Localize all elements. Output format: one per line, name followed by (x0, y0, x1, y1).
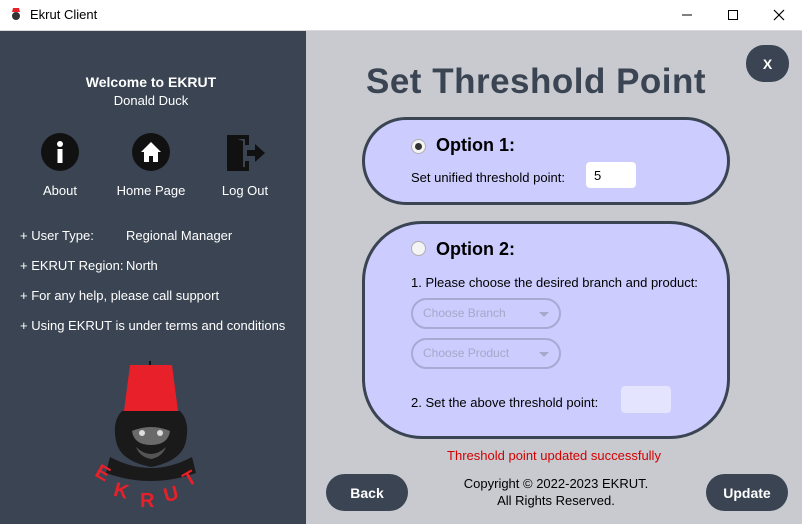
page-title: Set Threshold Point (366, 62, 707, 101)
ekrut-logo: E K R U T (92, 361, 201, 511)
sidebar: Welcome to EKRUT Donald Duck About Home … (0, 31, 306, 524)
log-out-button[interactable]: Log Out (205, 133, 285, 198)
app-icon (12, 8, 20, 20)
about-label: About (43, 183, 77, 198)
maximize-button[interactable] (710, 0, 756, 30)
welcome-heading: Welcome to EKRUT (85, 74, 217, 90)
svg-text:T: T (179, 466, 201, 491)
minimize-icon (682, 14, 692, 16)
unified-threshold-field[interactable]: 5 (586, 162, 636, 188)
logout-icon (223, 133, 267, 173)
user-type-row: + User Type: Regional Manager (20, 228, 232, 243)
option-2-radio[interactable] (411, 241, 426, 256)
user-name: Donald Duck (113, 93, 189, 108)
branch-dropdown-placeholder: Choose Branch (423, 306, 506, 320)
chevron-down-icon (539, 352, 549, 357)
product-dropdown-placeholder: Choose Product (423, 346, 510, 360)
region-label: + EKRUT Region: (20, 258, 124, 273)
choose-branch-product-instruction: 1. Please choose the desired branch and … (411, 275, 698, 290)
copyright-line-1: Copyright © 2022-2023 EKRUT. (463, 476, 649, 491)
maximize-icon (728, 10, 738, 20)
chevron-down-icon (539, 312, 549, 317)
option-1-radio[interactable] (411, 139, 426, 154)
status-message: Threshold point updated successfully (447, 448, 661, 463)
user-type-label: + User Type: (20, 228, 94, 243)
svg-text:U: U (161, 482, 181, 507)
option-2-label: Option 2: (436, 239, 515, 259)
back-button[interactable]: Back (326, 474, 408, 511)
about-button[interactable]: About (20, 133, 100, 198)
close-icon (773, 9, 785, 21)
branch-threshold-field[interactable] (621, 386, 671, 413)
minimize-button[interactable] (664, 0, 710, 30)
copyright-line-2: All Rights Reserved. (497, 493, 615, 508)
region-value: North (126, 258, 158, 273)
close-window-button[interactable] (756, 0, 802, 30)
update-button[interactable]: Update (706, 474, 788, 511)
window-title: Ekrut Client (30, 7, 98, 22)
user-type-value: Regional Manager (126, 228, 233, 243)
main-content: Set Threshold Point X Option 1: Set unif… (306, 31, 802, 524)
close-button[interactable]: X (746, 45, 789, 82)
copyright: Copyright © 2022-2023 EKRUT. All Rights … (436, 475, 676, 509)
info-icon (41, 133, 79, 171)
option-2-panel: Option 2: 1. Please choose the desired b… (362, 221, 730, 439)
unified-threshold-label: Set unified threshold point: (411, 170, 565, 185)
option-1-label: Option 1: (436, 135, 515, 155)
product-dropdown[interactable]: Choose Product (411, 338, 561, 369)
home-page-label: Home Page (116, 183, 186, 198)
svg-text:K: K (111, 479, 131, 504)
log-out-label: Log Out (221, 183, 269, 198)
branch-threshold-label: 2. Set the above threshold point: (411, 395, 599, 410)
title-bar: Ekrut Client (0, 0, 802, 31)
option-1-panel: Option 1: Set unified threshold point: 5 (362, 117, 730, 205)
terms-note: + Using EKRUT is under terms and conditi… (20, 318, 286, 333)
support-note: + For any help, please call support (20, 288, 220, 303)
region-row: + EKRUT Region: North (20, 258, 158, 273)
svg-text:R: R (140, 490, 155, 511)
branch-dropdown[interactable]: Choose Branch (411, 298, 561, 329)
home-page-button[interactable]: Home Page (111, 133, 191, 198)
home-icon (132, 133, 170, 171)
